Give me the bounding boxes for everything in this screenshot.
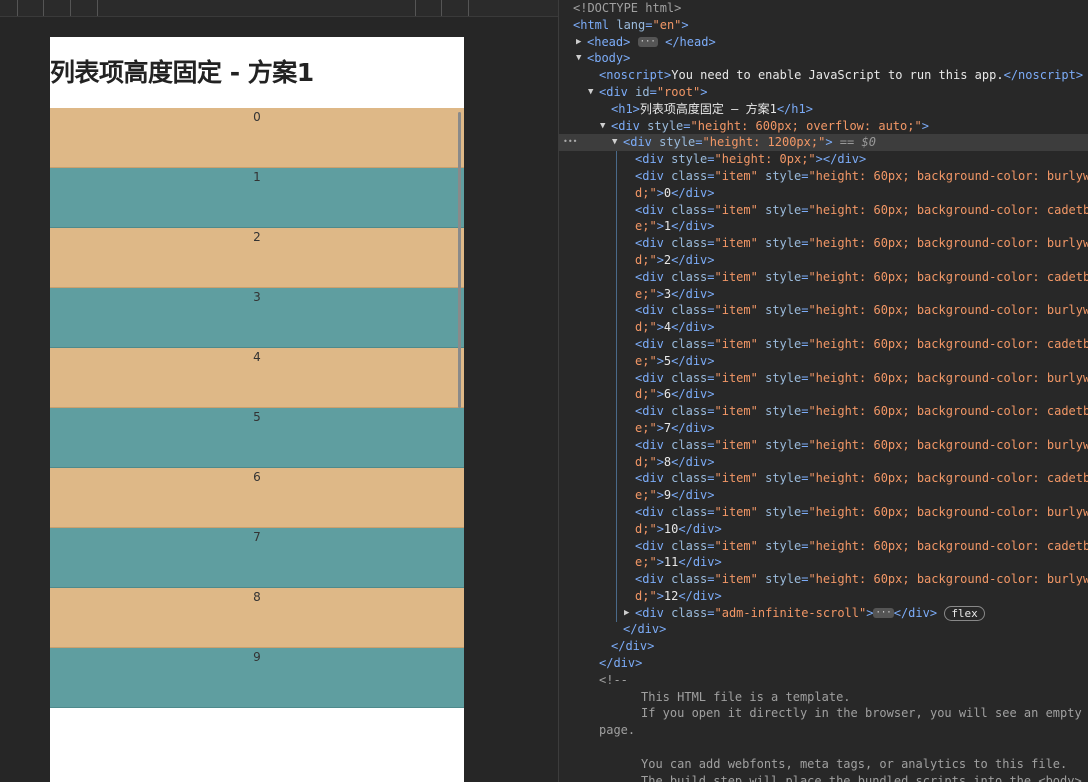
list-item-node-wrap[interactable]: d;">4</div> xyxy=(559,319,1088,336)
toolbar-divider xyxy=(17,0,18,16)
expand-triangle-down-icon[interactable]: ▼ xyxy=(600,118,605,135)
subtree-guide-line xyxy=(616,151,617,622)
list-item-node[interactable]: <div class="item" style="height: 60px; b… xyxy=(559,302,1088,319)
root-div-node[interactable]: ▼ <div id="root"> xyxy=(559,84,1088,101)
comment-text[interactable]: This HTML file is a template. xyxy=(559,689,1088,706)
list-item: 4 xyxy=(50,348,464,408)
list-item-node-wrap[interactable]: d;">12</div> xyxy=(559,588,1088,605)
list-item: 3 xyxy=(50,288,464,348)
list-item: 1 xyxy=(50,168,464,228)
list-item-node[interactable]: <div class="item" style="height: 60px; b… xyxy=(559,504,1088,521)
list-item-node[interactable]: <div class="item" style="height: 60px; b… xyxy=(559,269,1088,286)
devtools-elements-panel: <!DOCTYPE html> <html lang="en"> ▶ <head> ·… xyxy=(558,0,1088,782)
body-node[interactable]: ▼ <body> xyxy=(559,50,1088,67)
toolbar-divider xyxy=(441,0,442,16)
list-item-node[interactable]: <div class="item" style="height: 60px; b… xyxy=(559,202,1088,219)
list-item: 0 xyxy=(50,108,464,168)
list-item-node-wrap[interactable]: d;">0</div> xyxy=(559,185,1088,202)
comment-node[interactable]: <!-- xyxy=(559,672,1088,689)
list-item: 6 xyxy=(50,468,464,528)
list-item-node[interactable]: <div class="item" style="height: 60px; b… xyxy=(559,168,1088,185)
list-item-node-wrap[interactable]: e;">9</div> xyxy=(559,487,1088,504)
list-item-node[interactable]: <div class="item" style="height: 60px; b… xyxy=(559,437,1088,454)
expand-triangle-right-icon[interactable]: ▶ xyxy=(624,605,629,622)
comment-text[interactable]: If you open it directly in the browser, … xyxy=(559,705,1088,722)
list-item: 2 xyxy=(50,228,464,288)
page-title: 列表项高度固定 - 方案1 xyxy=(50,58,314,87)
collapsed-ellipsis-icon[interactable]: ··· xyxy=(637,37,658,48)
list-item-node-wrap[interactable]: d;">8</div> xyxy=(559,454,1088,471)
list-item-node[interactable]: <div class="item" style="height: 60px; b… xyxy=(559,336,1088,353)
list-item-node-wrap[interactable]: e;">3</div> xyxy=(559,286,1088,303)
list-item-node-wrap[interactable]: d;">6</div> xyxy=(559,386,1088,403)
expand-triangle-down-icon[interactable]: ▼ xyxy=(576,50,581,67)
browser-pane: 列表项高度固定 - 方案1 0123456789 xyxy=(0,0,558,782)
page-viewport: 列表项高度固定 - 方案1 0123456789 xyxy=(50,37,464,782)
scrollbar-thumb[interactable] xyxy=(458,112,461,408)
expand-triangle-down-icon[interactable]: ▼ xyxy=(588,84,593,101)
close-tag[interactable]: </div> xyxy=(559,655,1088,672)
list-item-node-wrap[interactable]: e;">11</div> xyxy=(559,554,1088,571)
expand-triangle-right-icon[interactable]: ▶ xyxy=(576,34,581,51)
list-item-node[interactable]: <div class="item" style="height: 60px; b… xyxy=(559,571,1088,588)
h1-node[interactable]: <h1>列表项高度固定 – 方案1</h1> xyxy=(559,101,1088,118)
node-actions-icon[interactable]: ••• xyxy=(563,134,577,151)
toolbar-divider xyxy=(43,0,44,16)
noscript-node[interactable]: <noscript>You need to enable JavaScript … xyxy=(559,67,1088,84)
toolbar-divider xyxy=(415,0,416,16)
selected-node[interactable]: ▼ ••• <div style="height: 1200px;"> == $0 xyxy=(559,134,1088,152)
spacer-div-node[interactable]: <div style="height: 0px;"></div> xyxy=(559,151,1088,168)
infinite-scroll-node[interactable]: ▶ <div class="adm-infinite-scroll"> ··· </d… xyxy=(559,605,1088,622)
doctype-node[interactable]: <!DOCTYPE html> xyxy=(559,0,1088,17)
expand-triangle-down-icon[interactable]: ▼ xyxy=(612,134,617,151)
virtual-list-scroll-container[interactable]: 0123456789 xyxy=(50,108,464,708)
list-item-node-wrap[interactable]: d;">10</div> xyxy=(559,521,1088,538)
comment-text[interactable]: page. xyxy=(559,722,1088,739)
list-item: 9 xyxy=(50,648,464,708)
list-item: 8 xyxy=(50,588,464,648)
list-item: 5 xyxy=(50,408,464,468)
comment-blank[interactable] xyxy=(559,739,1088,756)
scroll-div-node[interactable]: ▼ <div style="height: 600px; overflow: au… xyxy=(559,118,1088,135)
head-node[interactable]: ▶ <head> ··· </head> xyxy=(559,34,1088,51)
list-item-node-wrap[interactable]: e;">7</div> xyxy=(559,420,1088,437)
list-item-node[interactable]: <div class="item" style="height: 60px; b… xyxy=(559,538,1088,555)
toolbar-divider xyxy=(97,0,98,16)
list-item-node-wrap[interactable]: e;">1</div> xyxy=(559,218,1088,235)
list-item-node[interactable]: <div class="item" style="height: 60px; b… xyxy=(559,403,1088,420)
toolbar-divider xyxy=(70,0,71,16)
comment-text[interactable]: The build step will place the bundled sc… xyxy=(559,773,1088,782)
flex-badge[interactable]: flex xyxy=(944,605,985,621)
list-item-node[interactable]: <div class="item" style="height: 60px; b… xyxy=(559,470,1088,487)
list-item-node-wrap[interactable]: e;">5</div> xyxy=(559,353,1088,370)
close-tag[interactable]: </div> xyxy=(559,621,1088,638)
list-item-node-wrap[interactable]: d;">2</div> xyxy=(559,252,1088,269)
list-item: 7 xyxy=(50,528,464,588)
toolbar-divider xyxy=(468,0,469,16)
comment-text[interactable]: You can add webfonts, meta tags, or anal… xyxy=(559,756,1088,773)
list-item-node[interactable]: <div class="item" style="height: 60px; b… xyxy=(559,370,1088,387)
html-node[interactable]: <html lang="en"> xyxy=(559,17,1088,34)
collapsed-ellipsis-icon[interactable]: ··· xyxy=(873,608,894,619)
list-item-node[interactable]: <div class="item" style="height: 60px; b… xyxy=(559,235,1088,252)
close-tag[interactable]: </div> xyxy=(559,638,1088,655)
device-toolbar-strip xyxy=(0,0,558,17)
